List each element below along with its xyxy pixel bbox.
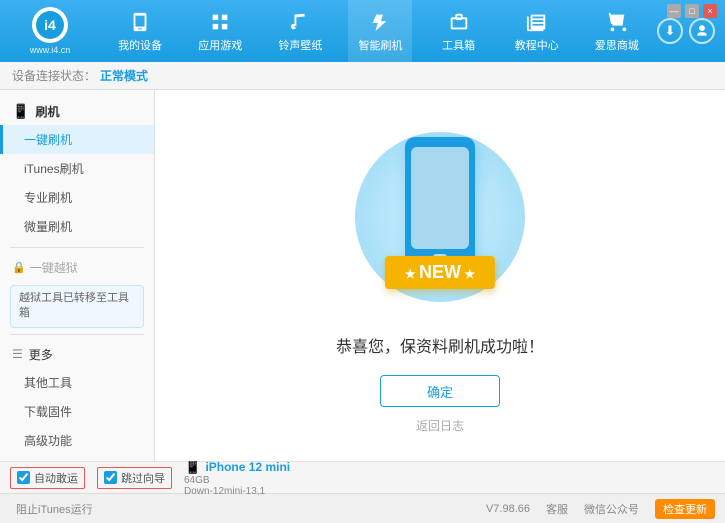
footer-left: 阻止iTunes运行 [10,499,99,519]
nav-items: 我的设备 应用游戏 铃声壁纸 智能刷机 工具箱 [100,0,657,62]
music-icon [288,10,312,34]
book-icon [525,10,549,34]
flash-section-label: 刷机 [35,103,59,120]
nav-label-ringtone: 铃声壁纸 [278,37,322,53]
flash-section-icon: 📱 [12,103,29,120]
shop-icon [605,10,629,34]
center-content: ✦ ✦ ✦ NEW 恭喜您，保资料刷机成功啦！ 确定 返回日志 [155,90,725,461]
sidebar-separator-1 [10,247,144,248]
flash-icon [368,10,392,34]
nav-label-smart-flash: 智能刷机 [358,37,402,53]
skip-wizard-checkbox[interactable] [104,471,117,484]
nav-label-tutorial: 教程中心 [515,37,559,53]
wechat-official-link[interactable]: 微信公众号 [584,501,639,517]
phone-icon [128,10,152,34]
sparkle-icon-2: ✦ [506,142,518,159]
auto-launch-label[interactable]: 自动敢运 [34,470,78,486]
phone-device [405,137,475,267]
new-banner: NEW [385,256,495,289]
sidebar-item-pro-flash[interactable]: 专业刷机 [0,183,154,212]
nav-item-smart-flash[interactable]: 智能刷机 [348,0,412,62]
nav-item-my-device[interactable]: 我的设备 [108,0,172,62]
nav-label-apps-games: 应用游戏 [198,37,242,53]
check-update-btn[interactable]: 检查更新 [655,499,715,519]
device-version: Down-12mini-13,1 [184,486,715,497]
skip-wizard-label[interactable]: 跳过向导 [121,470,165,486]
stop-itunes-btn[interactable]: 阻止iTunes运行 [10,499,99,519]
close-btn[interactable]: × [703,4,717,18]
main-content: 📱 刷机 一键刷机 iTunes刷机 专业刷机 微量刷机 🔒 一键越狱 越狱工具… [0,90,725,461]
sparkle-icon-3: ✦ [358,260,370,277]
go-back-link[interactable]: 返回日志 [416,417,464,434]
checkbox-item-auto-launch: 自动敢运 [10,467,85,489]
footer-version: V7.98.66 [486,503,530,515]
footer-bar: 阻止iTunes运行 V7.98.66 客服 微信公众号 检查更新 [0,493,725,523]
logo-text: www.i4.cn [30,45,71,55]
sidebar-notice: 越狱工具已转移至工具箱 [10,285,144,328]
more-section-title: ☰ 更多 [0,341,154,368]
download-btn[interactable]: ⬇ [657,18,683,44]
top-right-icons: ⬇ [657,18,725,44]
phone-screen [411,147,469,249]
device-info: 📱 iPhone 12 mini 64GB Down-12mini-13,1 [184,458,715,497]
confirm-button[interactable]: 确定 [380,375,500,407]
bottom-bar: 自动敢运 跳过向导 📱 iPhone 12 mini 64GB Down-12m… [0,461,725,493]
toolbox-icon [447,10,471,34]
status-label: 设备连接状态： [12,67,96,84]
status-value: 正常模式 [100,67,148,84]
apps-icon [208,10,232,34]
logo-inner: i4 [36,11,64,39]
nav-label-toolbox: 工具箱 [442,37,475,53]
sidebar-item-advanced[interactable]: 高级功能 [0,426,154,455]
top-bar: i4 www.i4.cn 我的设备 应用游戏 铃声壁纸 [0,0,725,62]
sidebar-item-download-firmware[interactable]: 下载固件 [0,397,154,426]
phone-illustration: ✦ ✦ ✦ NEW [340,117,540,317]
nav-item-apps-games[interactable]: 应用游戏 [188,0,252,62]
checkbox-group: 自动敢运 跳过向导 [10,467,172,489]
sidebar-item-itunes-flash[interactable]: iTunes刷机 [0,154,154,183]
sidebar-item-one-key-flash[interactable]: 一键刷机 [0,125,154,154]
sidebar-item-other-tools[interactable]: 其他工具 [0,368,154,397]
maximize-btn[interactable]: □ [685,4,699,18]
nav-item-toolbox[interactable]: 工具箱 [429,0,489,62]
success-text: 恭喜您，保资料刷机成功啦！ [336,333,544,357]
device-storage: 64GB [184,475,715,486]
sidebar: 📱 刷机 一键刷机 iTunes刷机 专业刷机 微量刷机 🔒 一键越狱 越狱工具… [0,90,155,461]
customer-service-link[interactable]: 客服 [546,501,568,517]
nav-label-my-device: 我的设备 [118,37,162,53]
logo-area: i4 www.i4.cn [0,0,100,62]
nav-label-shop: 爱思商城 [595,37,639,53]
nav-item-tutorial[interactable]: 教程中心 [505,0,569,62]
nav-item-ringtone[interactable]: 铃声壁纸 [268,0,332,62]
auto-launch-checkbox[interactable] [17,471,30,484]
win-controls: — □ × [667,4,717,18]
checkbox-item-skip-wizard: 跳过向导 [97,467,172,489]
minimize-btn[interactable]: — [667,4,681,18]
sidebar-separator-2 [10,334,144,335]
more-icon: ☰ [12,347,23,361]
user-btn[interactable] [689,18,715,44]
sidebar-item-restore-flash[interactable]: 微量刷机 [0,212,154,241]
logo-circle: i4 [32,7,68,43]
sidebar-jailbreak: 🔒 一键越狱 [0,254,154,281]
flash-section-title: 📱 刷机 [0,98,154,125]
phone-body [405,137,475,267]
nav-item-shop[interactable]: 爱思商城 [585,0,649,62]
footer-right: V7.98.66 客服 微信公众号 检查更新 [486,499,715,519]
lock-icon: 🔒 [12,261,26,274]
status-bar: 设备连接状态： 正常模式 [0,62,725,90]
sparkle-icon-1: ✦ [360,147,372,164]
